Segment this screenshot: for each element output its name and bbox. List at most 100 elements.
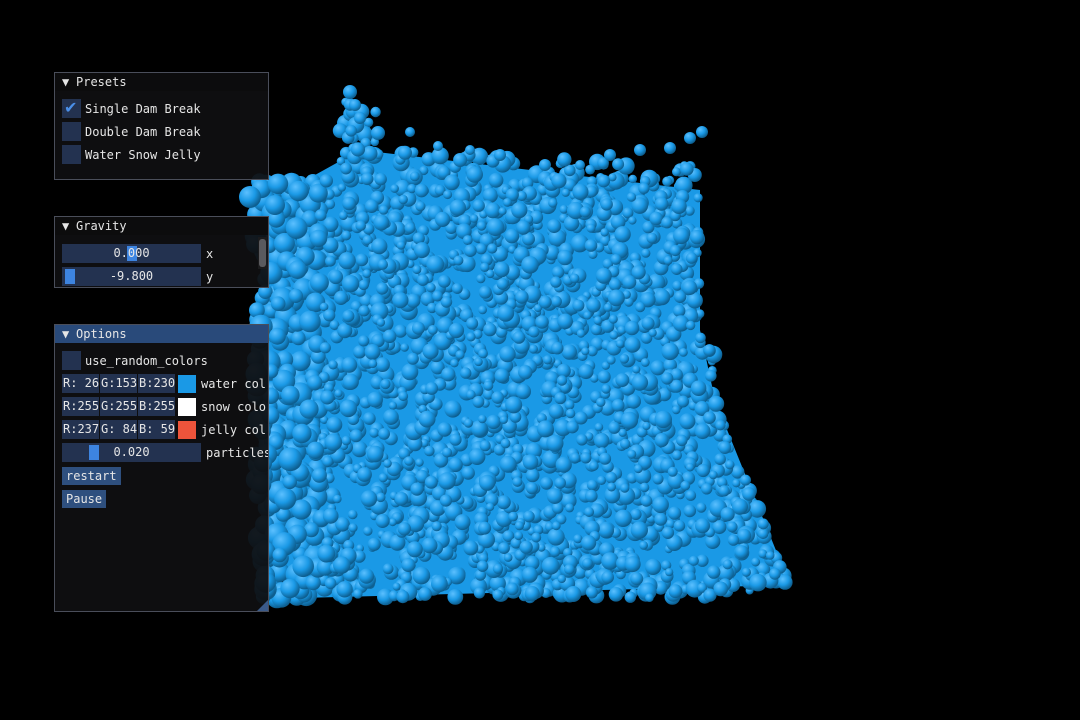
particle	[348, 523, 358, 533]
preset-single-dam-break[interactable]: ✔ Single Dam Break	[62, 98, 201, 118]
particle	[371, 238, 388, 255]
particle	[382, 329, 397, 344]
particle	[757, 528, 769, 540]
particle	[431, 521, 442, 532]
collapse-arrow-icon[interactable]: ▼	[62, 325, 76, 343]
particle	[565, 503, 575, 513]
particle	[358, 305, 370, 317]
snow-r-field[interactable]: R:255	[62, 397, 99, 416]
particle	[364, 344, 381, 360]
preset-checkbox[interactable]	[62, 122, 81, 141]
particle	[309, 229, 328, 248]
presets-titlebar[interactable]: ▼ Presets	[55, 73, 268, 91]
particle	[611, 399, 625, 412]
preset-checkbox[interactable]: ✔	[62, 98, 81, 118]
options-panel[interactable]: ▼ Options use_random_colors R: 26 G:153 B:2…	[54, 324, 269, 612]
water-g-field[interactable]: G:153	[100, 374, 137, 393]
splash-particle	[575, 160, 585, 170]
particle	[480, 262, 490, 272]
gravity-y-slider[interactable]: -9.800	[62, 267, 201, 286]
collapse-arrow-icon[interactable]: ▼	[62, 217, 76, 235]
options-titlebar[interactable]: ▼ Options	[55, 325, 268, 343]
splash-particle	[343, 85, 357, 99]
particle	[366, 445, 384, 463]
water-color-swatch[interactable]	[178, 374, 196, 393]
restart-button[interactable]: restart	[62, 467, 121, 485]
water-r-field[interactable]: R: 26	[62, 374, 99, 393]
gravity-x-slider[interactable]: 0.000	[62, 244, 201, 263]
preset-double-dam-break[interactable]: Double Dam Break	[62, 122, 201, 141]
particle	[518, 365, 533, 380]
particle	[488, 172, 504, 188]
particle	[466, 317, 479, 330]
particle	[608, 278, 622, 291]
particle	[593, 316, 603, 325]
jelly-color-swatch[interactable]	[178, 420, 196, 439]
particle	[427, 325, 438, 335]
particle	[546, 434, 564, 452]
jelly-b-field[interactable]: B: 59	[138, 420, 175, 439]
use-random-colors-row[interactable]: use_random_colors	[62, 351, 208, 370]
jelly-g-field[interactable]: G: 84	[100, 420, 137, 439]
particle	[652, 496, 669, 514]
gravity-y-row: -9.800 y	[62, 267, 213, 286]
particle	[576, 434, 588, 446]
water-b-field[interactable]: B:230	[138, 374, 175, 393]
particle	[409, 171, 420, 182]
particle	[401, 363, 419, 381]
particle	[347, 509, 358, 520]
use-random-colors-checkbox[interactable]	[62, 351, 81, 370]
particle	[453, 255, 464, 266]
particle	[596, 397, 606, 407]
particle	[309, 273, 329, 293]
scrollbar-thumb[interactable]	[259, 239, 266, 267]
particle	[673, 304, 686, 318]
presets-title: Presets	[76, 75, 127, 89]
particles-slider[interactable]: 0.020	[62, 443, 201, 462]
particle	[323, 309, 336, 322]
particle	[633, 464, 643, 474]
presets-panel[interactable]: ▼ Presets ✔ Single Dam Break Double Dam Br…	[54, 72, 269, 180]
particle	[600, 198, 613, 211]
particle	[478, 305, 487, 315]
particle	[525, 468, 540, 483]
particle	[479, 474, 496, 491]
particle	[549, 546, 561, 557]
particle	[515, 383, 531, 400]
slider-grab-handle[interactable]	[65, 269, 76, 284]
particle	[734, 545, 749, 559]
preset-water-snow-jelly[interactable]: Water Snow Jelly	[62, 145, 201, 164]
particle	[561, 188, 570, 197]
resize-grip-icon[interactable]	[257, 600, 268, 611]
gravity-scrollbar[interactable]	[258, 237, 267, 269]
snow-b-field[interactable]: B:255	[138, 397, 175, 416]
particle	[377, 259, 388, 270]
particle	[652, 473, 664, 485]
particle	[720, 507, 735, 522]
particle	[469, 214, 479, 223]
particle	[709, 470, 718, 480]
slider-grab-handle[interactable]	[89, 445, 99, 460]
particle	[661, 342, 679, 361]
particle	[404, 222, 416, 234]
gravity-panel[interactable]: ▼ Gravity 0.000 x -9.800 y	[54, 216, 269, 288]
particle	[608, 314, 618, 324]
particle	[486, 218, 505, 237]
particle	[606, 355, 616, 365]
snow-color-swatch[interactable]	[178, 397, 196, 416]
particle	[737, 528, 752, 543]
snow-g-field[interactable]: G:255	[100, 397, 137, 416]
splash-particle	[634, 144, 646, 156]
particle	[468, 448, 486, 466]
particle	[594, 422, 604, 432]
particle	[595, 267, 612, 284]
particle	[412, 566, 431, 585]
particle	[547, 219, 562, 234]
preset-checkbox[interactable]	[62, 145, 81, 164]
jelly-r-field[interactable]: R:237	[62, 420, 99, 439]
pause-button[interactable]: Pause	[62, 490, 107, 508]
collapse-arrow-icon[interactable]: ▼	[62, 73, 76, 91]
particle	[444, 400, 462, 418]
gravity-titlebar[interactable]: ▼ Gravity	[55, 217, 268, 235]
particle	[663, 255, 673, 265]
